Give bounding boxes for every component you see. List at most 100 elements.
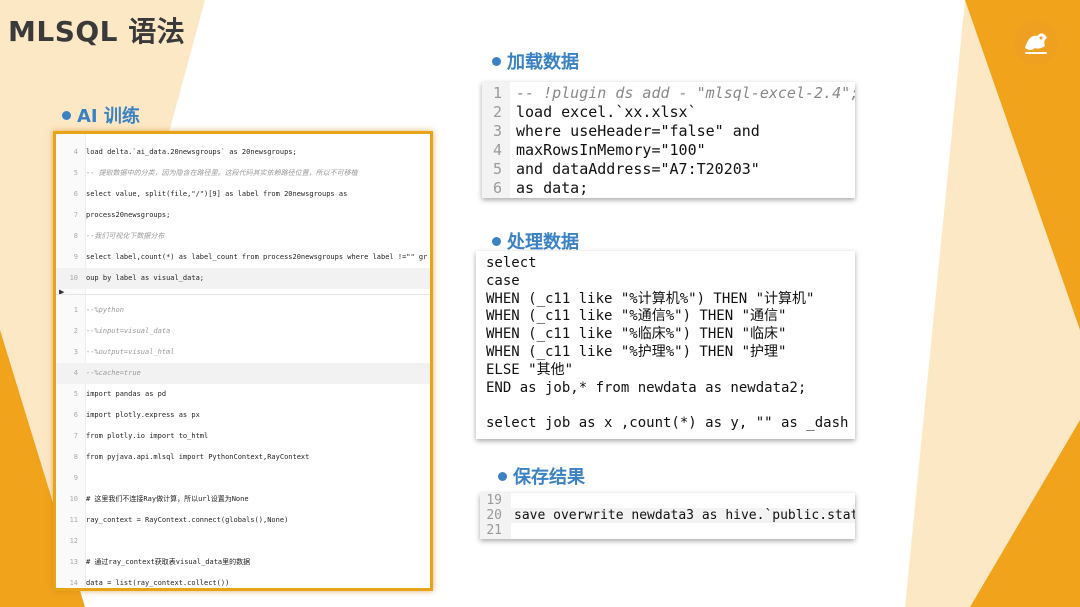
code-text: --%cache=true [86,369,141,377]
notebook-editor[interactable]: 4 load delta.`ai_data.20newsgroups` as 20… [53,131,433,591]
bullet-icon [62,110,71,120]
code-text: ELSE "其他" [486,361,574,378]
code-line: ELSE "其他" [486,361,573,379]
code-line: 2 --%input=visual_data [56,321,430,342]
code-line: WHEN (_c11 like "%临床%") THEN "临床" [486,325,786,343]
code-line: 8 --我们可视化下数据分布 [56,226,430,247]
line-number: 10 [69,274,78,282]
code-text: process20newsgroups; [86,211,171,219]
code-line: 4 load delta.`ai_data.20newsgroups` as 20… [56,142,430,163]
code-text: # 这里我们不连接Ray做计算，所以url设置为None [86,495,249,503]
code-text: --%python [86,306,124,314]
line-number: 14 [69,579,78,587]
code-line: 8 from pyjava.api.mlsql import PythonCont… [56,447,430,468]
code-line: case [486,272,520,290]
code-text: data = list(ray_context.collect()) [86,579,230,587]
code-text: --我们可视化下数据分布 [86,232,165,240]
line-number: 2 [73,327,78,335]
line-number: 20 [486,508,502,523]
line-number: 8 [73,232,78,240]
code-text: load delta.`ai_data.20newsgroups` as 20n… [86,148,297,156]
code-text: WHEN (_c11 like "%护理%") THEN "护理" [486,344,787,360]
code-text: from plotly.io import to_html [86,432,209,440]
code-line: 1 -- !plugin ds add - "mlsql-excel-2.4"; [482,84,855,103]
line-number: 2 [492,103,502,121]
code-text: ray_context = RayContext.connect(globals… [86,516,289,524]
code-line: 7 process20newsgroups; [56,205,430,226]
section-label-ai-training: AI 训练 [62,102,140,128]
code-text: --%input=visual_data [86,327,171,335]
code-text: --%output=visual_html [86,348,175,356]
code-text: WHEN (_c11 like "%临床%") THEN "临床" [486,326,787,343]
code-text: oup by label as visual_data; [86,274,205,282]
code-text: and dataAddress="A7:T20203" [516,160,760,178]
line-number: 21 [486,523,502,538]
line-number: 4 [73,148,78,156]
code-line: 6 select value, split(file,"/")[9] as lab… [56,184,430,205]
code-line: 9 select label,count(*) as label_count fr… [56,247,430,268]
line-number: 6 [492,179,502,197]
code-line: 10 # 这里我们不连接Ray做计算，所以url设置为None [56,489,430,510]
code-line: select job as x ,count(*) as y, "" as _d… [486,414,848,432]
code-text: import plotly.express as px [86,411,200,419]
code-line: 12 [56,531,430,552]
code-text: END as job,* from newdata as newdata2; [486,379,807,396]
code-text: select [486,255,537,271]
code-line: 21 [480,523,514,538]
code-line: 7 from plotly.io import to_html [56,426,430,447]
line-number: 12 [69,537,78,545]
section-label-load-data: 加载数据 [492,48,579,74]
code-line: 3 where useHeader="false" and [482,122,760,141]
code-text: WHEN (_c11 like "%通信%") THEN "通信" [486,308,787,325]
code-text: load excel.`xx.xlsx` [516,103,697,121]
bullet-icon [492,56,501,66]
line-number: 5 [492,160,502,178]
code-line: 2 load excel.`xx.xlsx` [482,103,697,122]
line-number: 5 [73,169,78,177]
code-line: END as job,* from newdata as newdata2; [486,379,806,397]
code-text: -- 提取数据中的分类，因为隐含在路径里。这段代码其实依赖路径位置，所以不可移植 [86,169,358,177]
code-line: select [486,254,537,272]
load-data-code: 1 -- !plugin ds add - "mlsql-excel-2.4"; 2… [482,82,855,198]
save-result-code: 19 20 save overwrite newdata3 as hive.`pub… [480,493,855,539]
line-number: 5 [73,390,78,398]
line-number: 9 [73,253,78,261]
code-line: 19 [480,493,514,508]
code-text: where useHeader="false" and [516,122,760,140]
line-number: 7 [73,432,78,440]
line-number: 3 [73,348,78,356]
code-text: select job as x ,count(*) as y, "" as _d… [486,415,849,432]
code-text: as data; [516,179,589,197]
code-line: 5 import pandas as pd [56,384,430,405]
line-number: 10 [69,495,78,503]
logo-icon [1014,21,1058,65]
line-number: 13 [69,558,78,566]
page-title: MLSQL 语法 [8,15,186,48]
code-line: WHEN (_c11 like "%通信%") THEN "通信" [486,307,786,325]
code-text: WHEN (_c11 like "%计算机%") THEN "计算机" [486,290,815,307]
code-line: 14 data = list(ray_context.collect()) [56,573,430,588]
line-number: 3 [492,122,502,140]
line-number: 8 [73,453,78,461]
process-data-code: select case WHEN (_c11 like "%计算机%") THEN … [476,251,855,439]
bullet-icon [492,236,501,246]
line-number: 1 [492,84,502,102]
code-line: 4 maxRowsInMemory="100" [482,141,706,160]
code-line: WHEN (_c11 like "%计算机%") THEN "计算机" [486,290,814,308]
code-line: 9 [56,468,430,489]
code-text: save overwrite newdata3 as hive.`public.… [514,508,855,523]
code-line: 13 # 通过ray_context获取表visual_data里的数据 [56,552,430,573]
code-line: WHEN (_c11 like "%护理%") THEN "护理" [486,343,786,361]
code-text: maxRowsInMemory="100" [516,141,706,159]
code-line: 4 --%cache=true [56,363,430,384]
code-line: 3 --%output=visual_html [56,342,430,363]
bullet-icon [498,471,507,481]
code-text: # 通过ray_context获取表visual_data里的数据 [86,558,251,566]
section-label-save-result: 保存结果 [498,463,585,489]
cell-divider [56,294,430,295]
code-text: import pandas as pd [86,390,167,398]
line-number: 6 [73,411,78,419]
code-line: 11 ray_context = RayContext.connect(globa… [56,510,430,531]
code-line: 6 as data; [482,179,588,198]
code-text: select value, split(file,"/")[9] as labe… [86,190,348,198]
